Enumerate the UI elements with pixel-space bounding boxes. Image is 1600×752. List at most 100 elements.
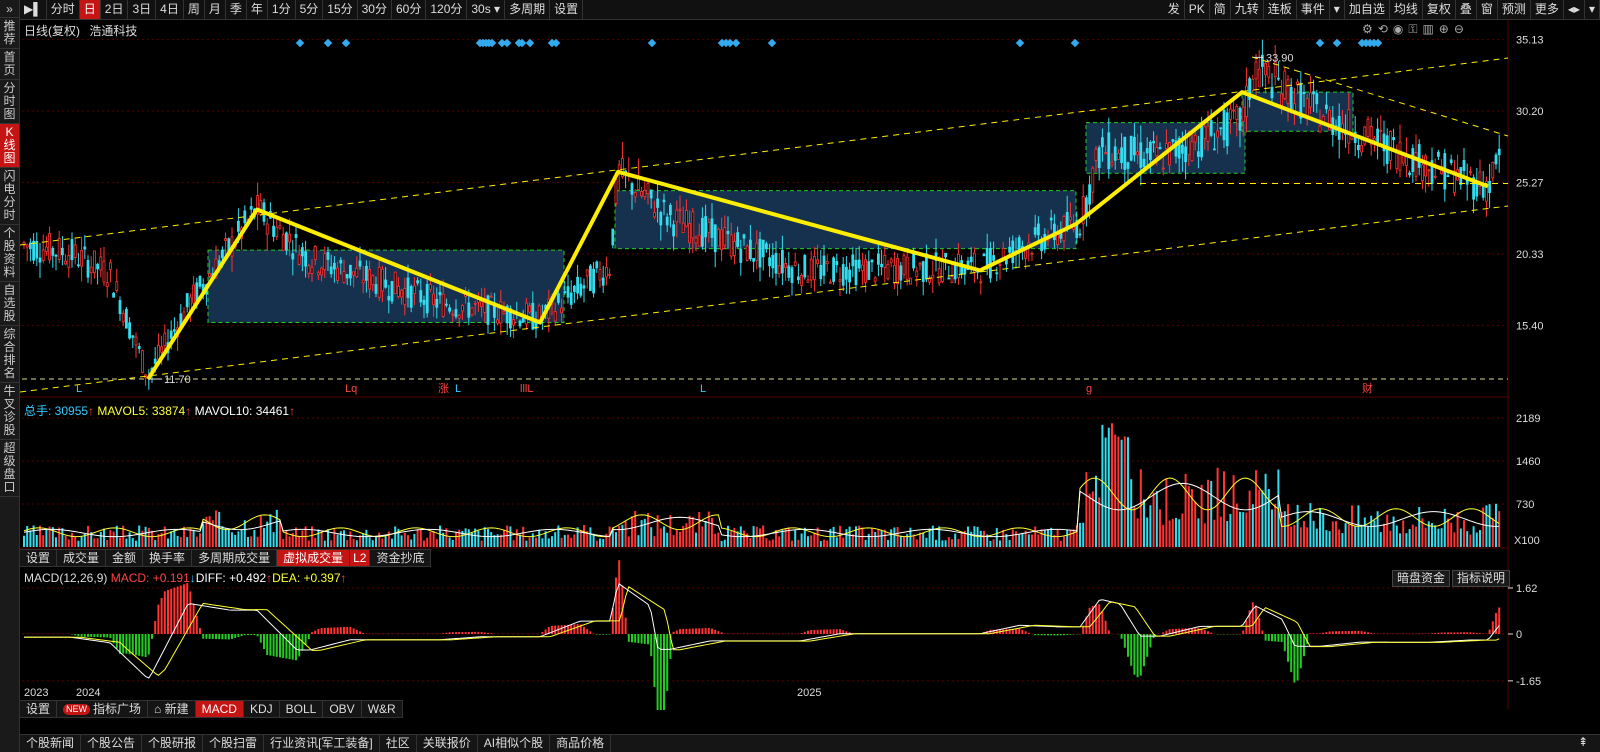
volume-bar (99, 531, 102, 547)
volume-tab-2[interactable]: 金额 (106, 550, 144, 566)
toolbar-right-button-8[interactable]: 均线 (1390, 0, 1423, 19)
candle-body (1312, 91, 1315, 95)
candle-body (736, 232, 739, 247)
indicator-tab-4[interactable]: W&R (362, 701, 403, 717)
volume-bar (1015, 531, 1017, 547)
collapse-icon[interactable]: ⇞ (1578, 735, 1588, 749)
candle-body (851, 254, 855, 267)
leftnav-item-2[interactable]: 分时图 (0, 80, 19, 124)
volume-tab-5[interactable]: 虚拟成交量 (277, 550, 351, 566)
toolbar-right-button-5[interactable]: 事件 (1297, 0, 1330, 19)
indicator-tab-0[interactable]: MACD (195, 701, 244, 717)
news-tab-0[interactable]: 个股新闻 (20, 735, 82, 752)
period-button-8[interactable]: 年 (247, 0, 268, 19)
toolbar-right-button-3[interactable]: 九转 (1231, 0, 1264, 19)
indicator-tab-3[interactable]: OBV (323, 701, 362, 717)
period-button-13[interactable]: 60分 (392, 0, 427, 19)
indicator-help-button[interactable]: 指标说明 (1452, 570, 1511, 587)
candle-body (1270, 86, 1274, 99)
leftnav-item-4[interactable]: 闪电分时 (0, 168, 19, 225)
candle-body (73, 244, 77, 258)
period-button-6[interactable]: 月 (205, 0, 226, 19)
toolbar-right-button-0[interactable]: 发 (1164, 0, 1185, 19)
toolbar-right-button-7[interactable]: 加自选 (1345, 0, 1390, 19)
candle-body (1113, 146, 1117, 161)
toolbar-right-button-15[interactable]: ▾ (1585, 0, 1600, 19)
period-button-11[interactable]: 15分 (323, 0, 358, 19)
toolbar-right-button-9[interactable]: 复权 (1423, 0, 1456, 19)
macd-histogram-bar (455, 632, 457, 634)
news-tab-1[interactable]: 个股公告 (81, 735, 143, 752)
period-button-17[interactable]: 设置 (550, 0, 584, 19)
indicator-square-tab[interactable]: NEW 指标广场 (57, 701, 149, 717)
expand-icon[interactable]: » (0, 0, 19, 18)
leftnav-item-1[interactable]: 首页 (0, 49, 19, 80)
period-button-12[interactable]: 30分 (358, 0, 392, 19)
macd-histogram-bar (707, 627, 710, 634)
toolbar-right-button-1[interactable]: PK (1185, 0, 1210, 19)
period-button-1[interactable]: 日 (79, 0, 101, 19)
candle-body (1446, 175, 1450, 178)
news-tab-6[interactable]: 关联报价 (417, 735, 478, 752)
volume-bar (240, 529, 243, 547)
leftnav-item-8[interactable]: 牛叉诊股 (0, 383, 19, 440)
period-button-3[interactable]: 3日 (128, 0, 157, 19)
macd-histogram-bar (637, 634, 640, 644)
leftnav-item-6[interactable]: 自选股 (0, 282, 19, 326)
period-button-2[interactable]: 2日 (101, 0, 129, 19)
toolbar-right-button-13[interactable]: 更多 (1531, 0, 1564, 19)
volume-bar (237, 531, 240, 547)
leftnav-item-0[interactable]: 推荐 (0, 18, 19, 49)
macd-histogram-bar (247, 634, 249, 636)
period-button-5[interactable]: 周 (184, 0, 205, 19)
volume-tab-6[interactable]: L2 (350, 550, 371, 566)
toolbar-right-button-10[interactable]: 叠 (1456, 0, 1477, 19)
volume-bar (861, 527, 864, 547)
news-tab-5[interactable]: 社区 (380, 735, 417, 752)
toolbar-right-button-6[interactable]: ▾ (1330, 0, 1345, 19)
indicator-tab-2[interactable]: BOLL (280, 701, 324, 717)
indicator-tab-1[interactable]: KDJ (244, 701, 280, 717)
volume-tab-7[interactable]: 资金抄底 (370, 550, 432, 566)
new-indicator-tab[interactable]: ⌂ 新建 (148, 701, 196, 717)
volume-bar (813, 532, 816, 547)
news-tab-8[interactable]: 商品价格 (550, 735, 612, 752)
leftnav-item-3[interactable]: K线图 (0, 124, 19, 168)
volume-tab-4[interactable]: 多周期成交量 (192, 550, 278, 566)
period-button-7[interactable]: 季 (226, 0, 247, 19)
volume-bar (1031, 534, 1033, 547)
period-button-14[interactable]: 120分 (426, 0, 468, 19)
candle-body (1088, 184, 1091, 205)
volume-tab-1[interactable]: 成交量 (57, 550, 107, 566)
volume-tab-3[interactable]: 换手率 (143, 550, 193, 566)
volume-bar (685, 523, 688, 547)
macd-histogram-bar (202, 634, 205, 639)
toolbar-right-button-2[interactable]: 简 (1210, 0, 1231, 19)
dark-pool-button[interactable]: 暗盘资金 (1392, 570, 1451, 587)
period-button-0[interactable]: 分时 (47, 0, 80, 19)
period-button-10[interactable]: 5分 (296, 0, 324, 19)
volume-bar (1335, 521, 1337, 547)
period-button-4[interactable]: 4日 (156, 0, 184, 19)
news-tab-2[interactable]: 个股研报 (142, 735, 204, 752)
period-button-9[interactable]: 1分 (268, 0, 296, 19)
kline-chart[interactable]: 35.1330.2025.2720.3315.4033.9011.70L Lq 涨 L… (20, 20, 1600, 710)
macd-histogram-bar (1280, 634, 1283, 643)
leftnav-item-7[interactable]: 综合排名 (0, 326, 19, 383)
news-tab-3[interactable]: 个股扫雷 (203, 735, 265, 752)
toolbar-back-icon[interactable]: ▶▌ (20, 0, 47, 19)
toolbar-right-button-14[interactable]: ◂▸ (1564, 0, 1585, 19)
period-button-15[interactable]: 30s ▾ (467, 0, 506, 19)
volume-tab-0[interactable]: 设置 (20, 550, 58, 566)
indicator-settings-tab[interactable]: 设置 (20, 701, 58, 717)
volume-bar (1200, 484, 1203, 547)
leftnav-item-9[interactable]: 超级盘口 (0, 440, 19, 497)
toolbar-right-button-11[interactable]: 窗 (1477, 0, 1498, 19)
toolbar-right-button-4[interactable]: 连板 (1264, 0, 1297, 19)
news-tab-4[interactable]: 行业资讯[军工装备] (264, 735, 380, 752)
period-button-16[interactable]: 多周期 (505, 0, 551, 19)
news-tab-7[interactable]: AI相似个股 (478, 735, 551, 752)
toolbar-right-button-12[interactable]: 预测 (1498, 0, 1531, 19)
volume-bar (451, 539, 454, 547)
leftnav-item-5[interactable]: 个股资料 (0, 225, 19, 282)
